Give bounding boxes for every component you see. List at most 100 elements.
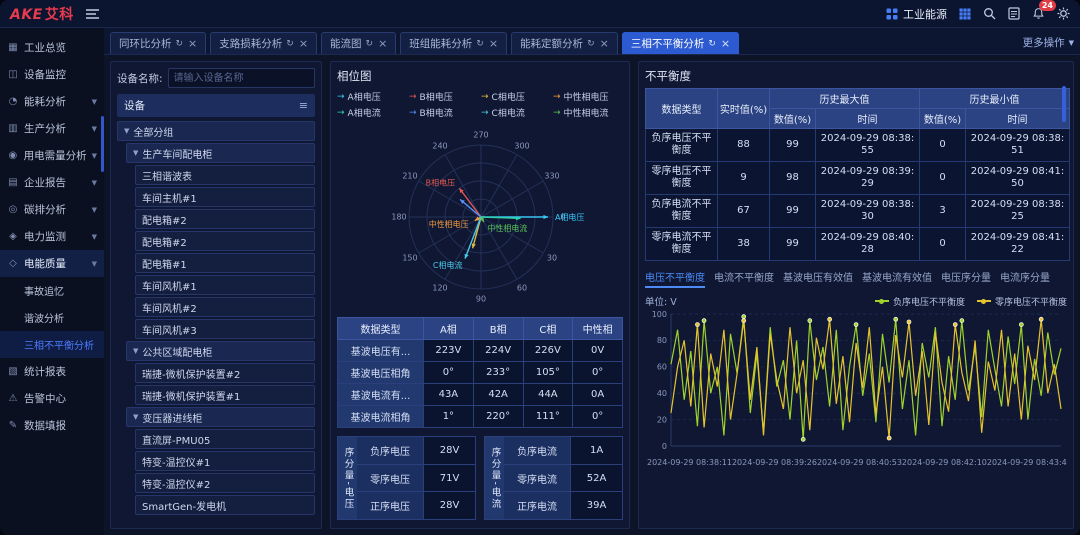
- refresh-icon[interactable]: ↻: [366, 39, 374, 49]
- tab-支路损耗分析[interactable]: 支路损耗分析↻×: [210, 32, 317, 54]
- sidebar-item-生产分析[interactable]: ▥生产分析▼: [0, 115, 104, 142]
- legend-item[interactable]: →C相电压: [481, 90, 551, 103]
- list-icon[interactable]: ≡: [299, 99, 308, 112]
- sidebar-item-用电需量分析[interactable]: ◉用电需量分析▼: [0, 142, 104, 169]
- sequence-row: 正序电压28V: [357, 491, 475, 519]
- tab-同环比分析[interactable]: 同环比分析↻×: [110, 32, 206, 54]
- legend-arrow-icon: →: [553, 108, 561, 118]
- tree-item[interactable]: ▼全部分组: [117, 121, 315, 141]
- chart-legend-label: 零序电压不平衡度: [995, 295, 1067, 308]
- refresh-icon[interactable]: ↻: [476, 39, 484, 49]
- more-actions-button[interactable]: 更多操作 ▼: [1023, 35, 1074, 54]
- legend-item[interactable]: →A相电流: [337, 106, 407, 119]
- tree-item[interactable]: SmartGen-发电机: [135, 495, 315, 515]
- tree-item[interactable]: 车间主机#1: [135, 187, 315, 207]
- chart-legend-item[interactable]: 负序电压不平衡度: [875, 295, 965, 308]
- sidebar-scrollbar[interactable]: [101, 116, 104, 172]
- tree-item[interactable]: 直流屏-PMU05: [135, 429, 315, 449]
- close-icon[interactable]: ×: [600, 37, 609, 50]
- production-analysis-icon: ▥: [7, 123, 19, 134]
- tree-item[interactable]: 特变-温控仪#1: [135, 451, 315, 471]
- legend-item[interactable]: →B相电压: [409, 90, 479, 103]
- sequence-row-value: 28V: [424, 437, 475, 464]
- tree-item[interactable]: 车间风机#3: [135, 319, 315, 339]
- report-shortcut-button[interactable]: [1008, 7, 1020, 20]
- chart-tab-基波电压有效值[interactable]: 基波电压有效值: [783, 269, 853, 288]
- refresh-icon[interactable]: ↻: [708, 39, 716, 49]
- sidebar-item-三相不平衡分析[interactable]: 三相不平衡分析: [0, 331, 104, 358]
- close-icon[interactable]: ×: [378, 37, 387, 50]
- phase-cell-value: 44A: [523, 384, 573, 406]
- tree-item[interactable]: 车间风机#1: [135, 275, 315, 295]
- unbalance-realtime-value: 88: [718, 129, 770, 162]
- hamburger-menu-button[interactable]: [86, 9, 99, 19]
- tab-三相不平衡分析[interactable]: 三相不平衡分析↻×: [622, 32, 739, 54]
- svg-text:20: 20: [657, 415, 667, 424]
- close-icon[interactable]: ×: [721, 37, 730, 50]
- legend-item[interactable]: →中性相电压: [553, 90, 623, 103]
- sidebar-item-碳排分析[interactable]: ◎碳排分析▼: [0, 196, 104, 223]
- sidebar-item-label: 设备监控: [24, 67, 66, 82]
- sequence-row: 零序电压71V: [357, 464, 475, 492]
- sidebar-item-电能质量[interactable]: ◇电能质量▼: [0, 250, 104, 277]
- legend-item[interactable]: →B相电流: [409, 106, 479, 119]
- tree-item[interactable]: 配电箱#2: [135, 231, 315, 251]
- tree-item[interactable]: 三相谐波表: [135, 165, 315, 185]
- notifications-button[interactable]: 24: [1032, 7, 1045, 20]
- chart-tab-电流不平衡度[interactable]: 电流不平衡度: [714, 269, 774, 288]
- chart-legend-marker: [977, 300, 991, 302]
- sidebar-item-统计报表[interactable]: ▧统计报表: [0, 358, 104, 385]
- tab-班组能耗分析[interactable]: 班组能耗分析↻×: [400, 32, 507, 54]
- chart-tab-电压序分量[interactable]: 电压序分量: [941, 269, 991, 288]
- chart-tab-电流序分量[interactable]: 电流序分量: [1000, 269, 1050, 288]
- tree-item[interactable]: 瑞捷-微机保护装置#1: [135, 385, 315, 405]
- unbalance-table-scrollbar[interactable]: [1062, 86, 1066, 122]
- chart-legend-item[interactable]: 零序电压不平衡度: [977, 295, 1067, 308]
- sidebar-item-告警中心[interactable]: ⚠告警中心: [0, 385, 104, 412]
- tree-item[interactable]: ▼生产车间配电柜: [126, 143, 315, 163]
- energy-analysis-icon: ◔: [7, 96, 19, 107]
- legend-item[interactable]: →C相电流: [481, 106, 551, 119]
- legend-arrow-icon: →: [409, 108, 417, 118]
- nav-module-industry-energy[interactable]: 工业能源: [886, 6, 947, 22]
- chart-tab-电压不平衡度[interactable]: 电压不平衡度: [645, 269, 705, 288]
- tab-能流图[interactable]: 能流图↻×: [321, 32, 396, 54]
- module-switcher-button[interactable]: [959, 8, 971, 20]
- refresh-icon[interactable]: ↻: [286, 39, 294, 49]
- grid-icon: [959, 8, 971, 20]
- close-icon[interactable]: ×: [299, 37, 308, 50]
- close-icon[interactable]: ×: [188, 37, 197, 50]
- search-button[interactable]: [983, 7, 996, 20]
- device-name-input[interactable]: [168, 68, 315, 88]
- tree-item[interactable]: 配电箱#2: [135, 209, 315, 229]
- sidebar-item-谐波分析[interactable]: 谐波分析: [0, 304, 104, 331]
- legend-item[interactable]: →中性相电流: [553, 106, 623, 119]
- unbalance-row-name: 负序电流不平衡度: [646, 195, 718, 228]
- sidebar-item-设备监控[interactable]: ◫设备监控: [0, 61, 104, 88]
- tree-item[interactable]: ▼变压器进线柜: [126, 407, 315, 427]
- sidebar-item-事故追忆[interactable]: 事故追忆: [0, 277, 104, 304]
- sidebar-item-电力监测[interactable]: ◈电力监测▼: [0, 223, 104, 250]
- close-icon[interactable]: ×: [489, 37, 498, 50]
- refresh-icon[interactable]: ↻: [587, 39, 595, 49]
- sidebar-item-能耗分析[interactable]: ◔能耗分析▼: [0, 88, 104, 115]
- tree-item[interactable]: 配电箱#1: [135, 253, 315, 273]
- tree-item[interactable]: 车间风机#2: [135, 297, 315, 317]
- chart-tab-基波电流有效值[interactable]: 基波电流有效值: [862, 269, 932, 288]
- unbalance-min-time: 2024-09-29 08:41:22: [966, 228, 1070, 261]
- legend-item[interactable]: →A相电压: [337, 90, 407, 103]
- sequence-row-value: 71V: [424, 465, 475, 492]
- tree-item[interactable]: 特变-温控仪#2: [135, 473, 315, 493]
- sidebar-item-工业总览[interactable]: ▦工业总览: [0, 34, 104, 61]
- settings-button[interactable]: [1057, 7, 1070, 20]
- sidebar-item-数据填报[interactable]: ✎数据填报: [0, 412, 104, 439]
- tree-item[interactable]: 瑞捷-微机保护装置#2: [135, 363, 315, 383]
- refresh-icon[interactable]: ↻: [176, 39, 184, 49]
- data-entry-icon: ✎: [7, 420, 19, 431]
- sidebar-item-企业报告[interactable]: ▤企业报告▼: [0, 169, 104, 196]
- tree-item-label: 生产车间配电柜: [142, 146, 212, 161]
- tab-能耗定额分析[interactable]: 能耗定额分析↻×: [511, 32, 618, 54]
- chart-legend: 负序电压不平衡度 零序电压不平衡度: [875, 295, 1067, 308]
- main-area: 同环比分析↻×支路损耗分析↻×能流图↻×班组能耗分析↻×能耗定额分析↻×三相不平…: [104, 28, 1080, 535]
- tree-item[interactable]: ▼公共区域配电柜: [126, 341, 315, 361]
